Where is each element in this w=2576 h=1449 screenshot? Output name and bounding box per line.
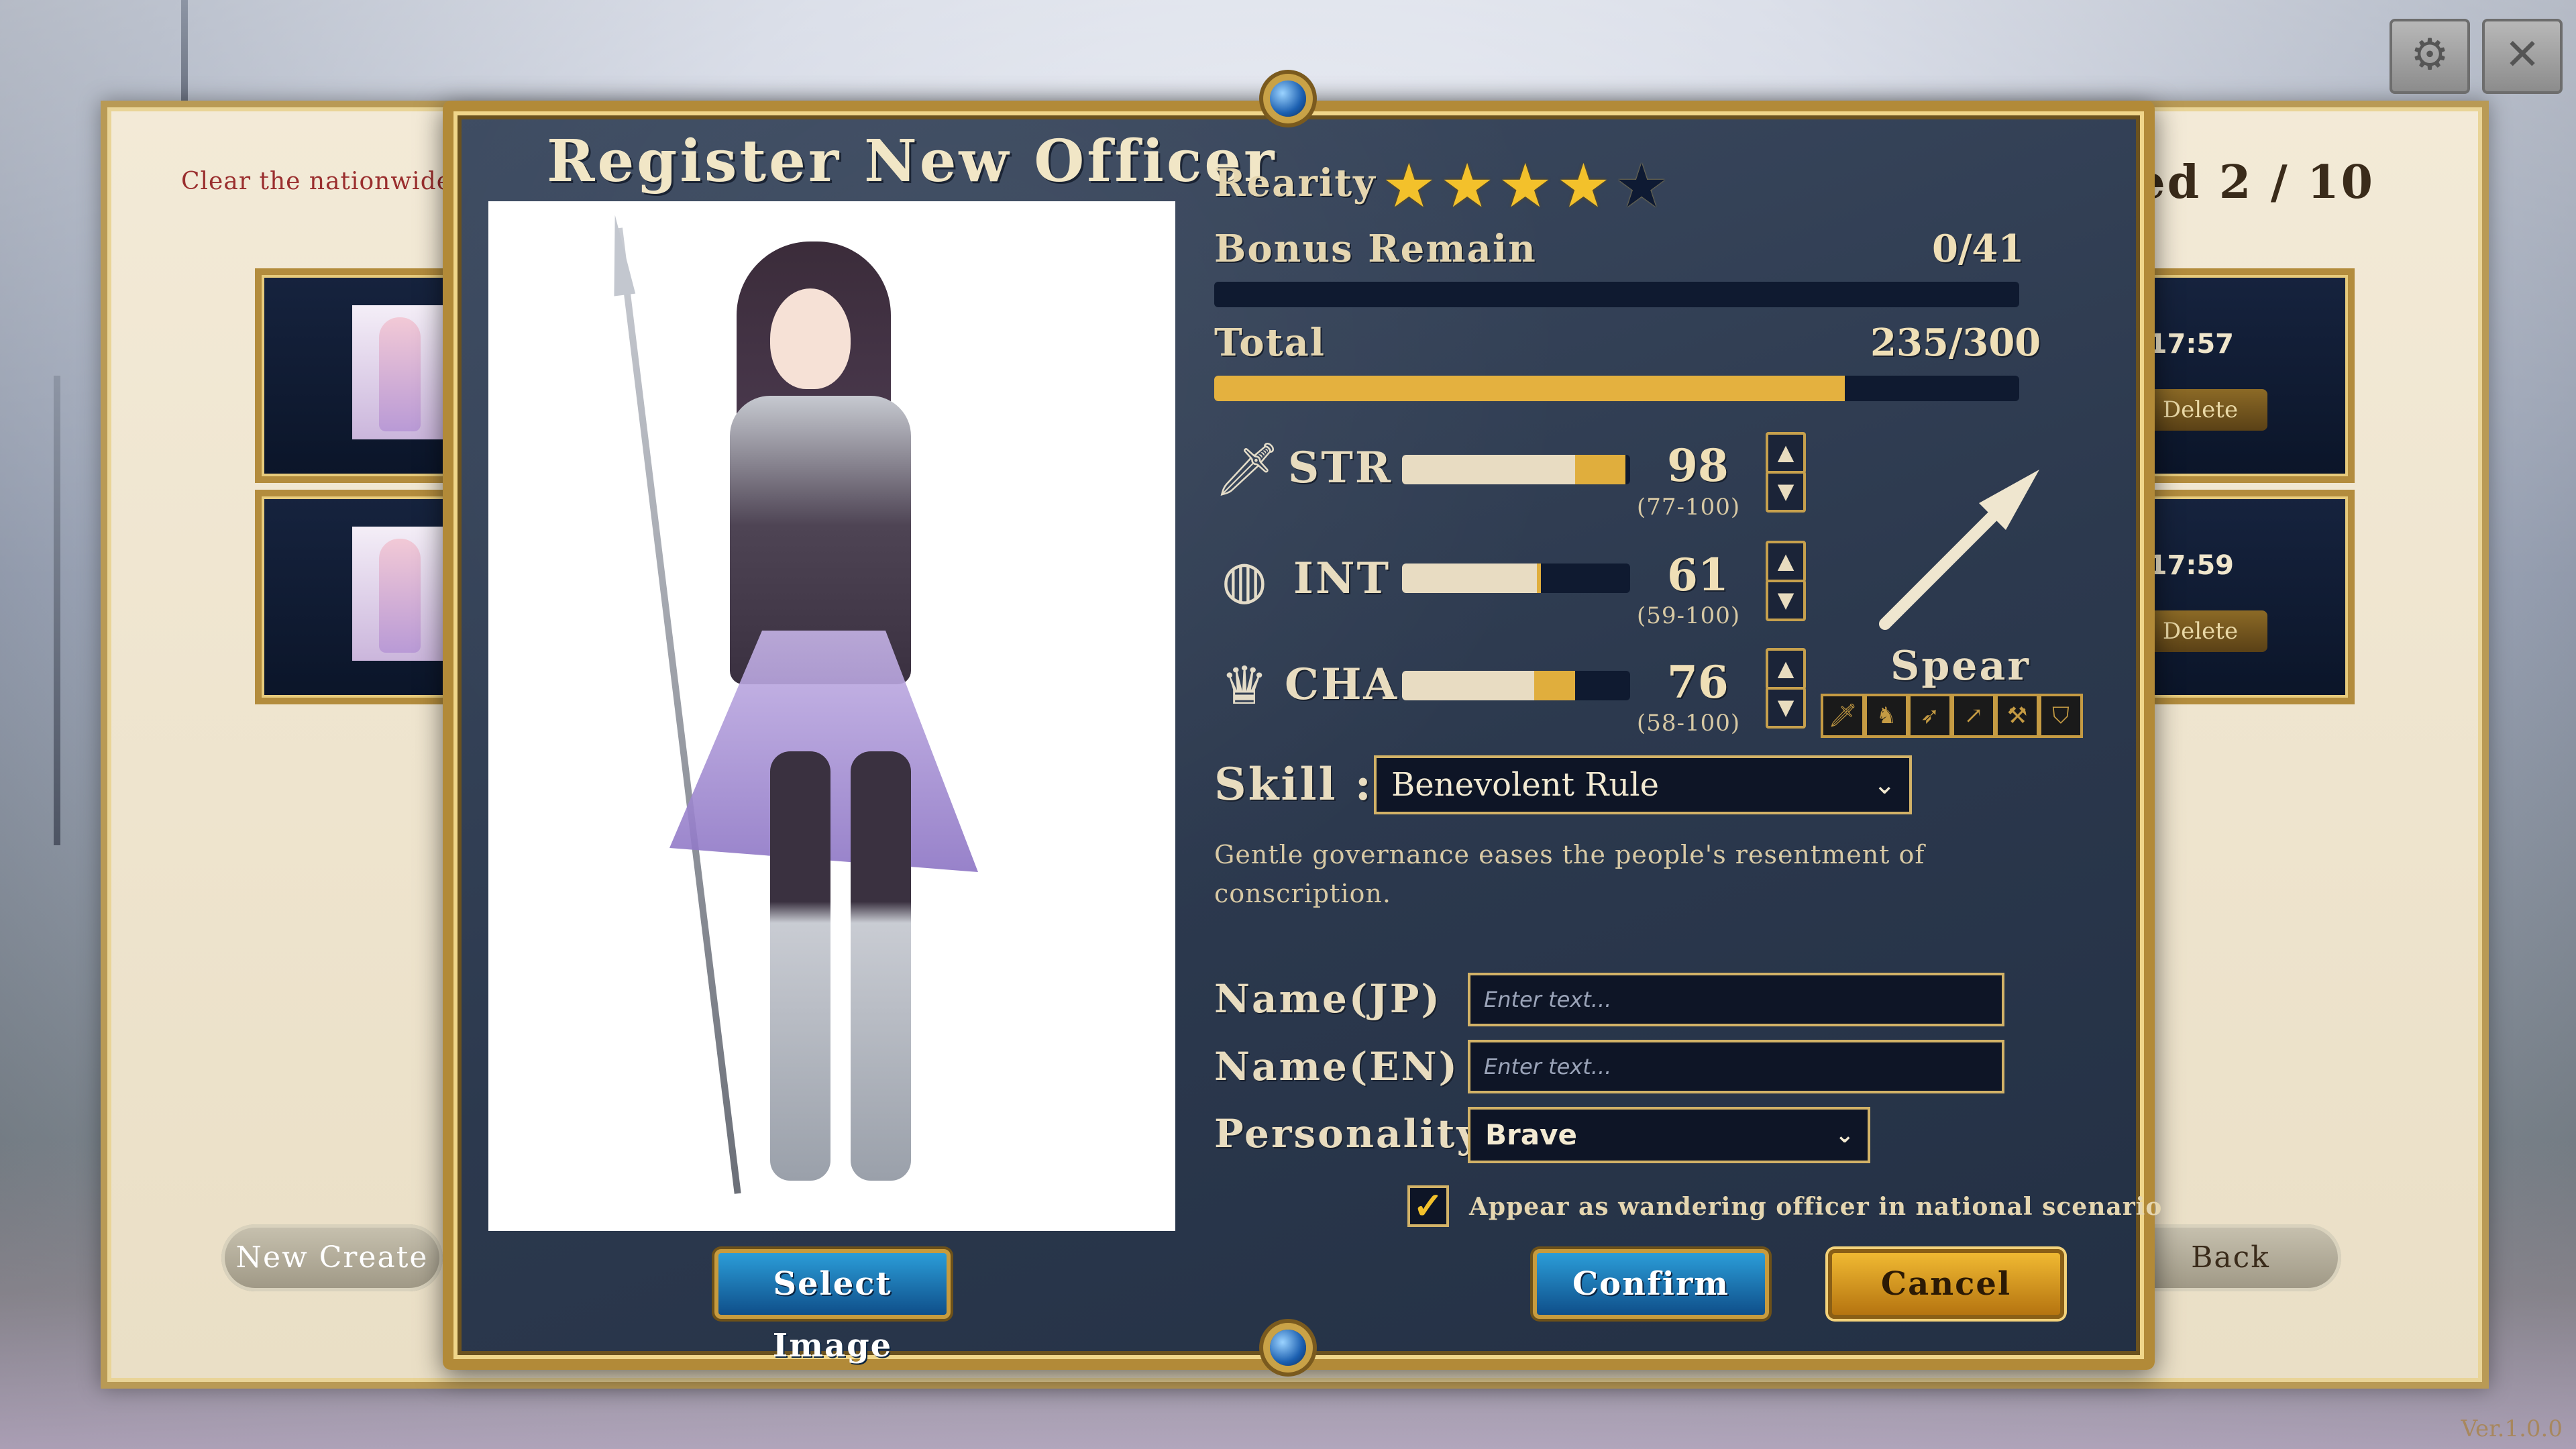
spear-icon (1879, 470, 2039, 630)
shield-icon[interactable]: ⛉ (2039, 694, 2083, 738)
wandering-officer-checkbox[interactable]: ✓ (1407, 1185, 1449, 1227)
name-jp-input[interactable] (1468, 973, 2004, 1026)
portrait-spear-head (604, 213, 636, 297)
version-label: Ver.1.0.0 (2461, 1415, 2563, 1442)
confirm-button[interactable]: Confirm (1533, 1249, 1769, 1319)
stat-base-fill (1402, 564, 1537, 593)
name-en-input[interactable] (1468, 1040, 2004, 1093)
portrait-face (770, 288, 851, 389)
rarity-label: Rearity (1214, 161, 1377, 205)
stat-increase-button[interactable]: ▲ (1766, 541, 1806, 582)
stat-name: INT (1293, 553, 1391, 604)
horse-icon[interactable]: ♞ (1864, 694, 1909, 738)
personality-label: Personality (1214, 1111, 1482, 1157)
stat-increase-button[interactable]: ▲ (1766, 648, 1806, 690)
rarity-star-icon[interactable]: ★ (1382, 151, 1440, 221)
stat-value: 98 (1667, 439, 1729, 492)
rarity-star-icon[interactable]: ★ (1440, 151, 1499, 221)
background-banner-pole (54, 376, 60, 845)
name-en-label: Name(EN) (1214, 1044, 1459, 1089)
officer-portrait (488, 201, 1175, 1231)
ornament-gem-top (1270, 80, 1306, 117)
sword-icon[interactable]: 🗡 (1821, 694, 1865, 738)
total-fill (1214, 376, 1845, 401)
crown-icon: ♛ (1221, 656, 1268, 716)
rarity-star-icon[interactable]: ★ (1498, 151, 1556, 221)
stat-bonus-fill (1536, 564, 1542, 593)
slot-time: 17:59 (2148, 550, 2234, 581)
ornament-gem-bottom (1270, 1330, 1306, 1366)
select-image-button[interactable]: Select Image (714, 1249, 951, 1364)
stat-decrease-button[interactable]: ▼ (1766, 580, 1806, 621)
stat-name: STR (1288, 443, 1393, 493)
axe-icon[interactable]: ⚒ (1995, 694, 2039, 738)
stat-name: CHA (1285, 659, 1399, 710)
sword-icon: 🗡 (1214, 439, 1281, 500)
cancel-button[interactable]: Cancel (1828, 1249, 2064, 1319)
stat-value: 61 (1667, 549, 1729, 601)
dialog-title: Register New Officer (547, 127, 1277, 195)
stat-bonus-fill (1534, 671, 1576, 700)
rarity-stars[interactable]: ★★★★★ (1382, 151, 1672, 221)
weapon-name: Spear (1890, 643, 2031, 690)
portrait-leg (770, 751, 830, 1181)
portrait-spear (616, 227, 741, 1194)
stat-bar (1402, 671, 1630, 700)
skill-select[interactable]: Benevolent Rule ⌄ (1374, 755, 1912, 814)
stat-bonus-fill (1575, 455, 1626, 484)
bonus-remain-value: 0/41 (1932, 227, 2025, 271)
portrait-leg (851, 751, 911, 1181)
stat-base-fill (1402, 455, 1576, 484)
skill-description: Gentle governance eases the people's res… (1214, 840, 1925, 908)
total-bar (1214, 376, 2019, 401)
officer-thumbnail (352, 305, 446, 439)
personality-select[interactable]: Brave ⌄ (1468, 1107, 1870, 1163)
chevron-down-icon: ⌄ (1835, 1122, 1855, 1148)
close-icon[interactable]: ✕ (2482, 19, 2563, 94)
rarity-star-icon[interactable]: ★ (1615, 151, 1673, 221)
skill-select-value: Benevolent Rule (1391, 766, 1660, 804)
stat-range: (59-100) (1637, 602, 1741, 629)
stat-increase-button[interactable]: ▲ (1766, 432, 1806, 474)
stat-bar (1402, 564, 1630, 593)
wandering-officer-label: Appear as wandering officer in national … (1469, 1193, 2163, 1221)
chevron-down-icon: ⌄ (1873, 769, 1896, 800)
stat-range: (77-100) (1637, 494, 1741, 521)
new-create-button[interactable]: New Create (221, 1224, 443, 1291)
stat-value: 76 (1667, 656, 1729, 708)
bonus-remain-label: Bonus Remain (1214, 227, 1537, 271)
skill-label: Skill : (1214, 758, 1373, 810)
bonus-remain-bar (1214, 282, 2019, 307)
stat-decrease-button[interactable]: ▼ (1766, 471, 1806, 513)
rarity-star-icon[interactable]: ★ (1556, 151, 1615, 221)
settings-icon[interactable]: ⚙ (2390, 19, 2470, 94)
total-label: Total (1214, 321, 1326, 365)
bow-icon[interactable]: ➶ (1908, 694, 1952, 738)
total-value: 235/300 (1870, 321, 2041, 365)
stat-bar (1402, 455, 1630, 484)
stat-decrease-button[interactable]: ▼ (1766, 687, 1806, 729)
officer-thumbnail (352, 527, 446, 661)
crystal-ball-icon: ◍ (1221, 550, 1268, 610)
stat-range: (58-100) (1637, 710, 1741, 737)
personality-select-value: Brave (1485, 1118, 1577, 1151)
spear-icon[interactable]: ↗ (1951, 694, 1996, 738)
slot-time: 17:57 (2148, 329, 2234, 360)
stat-base-fill (1402, 671, 1535, 700)
objective-text: Clear the nationwide (181, 168, 452, 195)
name-jp-label: Name(JP) (1214, 976, 1442, 1022)
